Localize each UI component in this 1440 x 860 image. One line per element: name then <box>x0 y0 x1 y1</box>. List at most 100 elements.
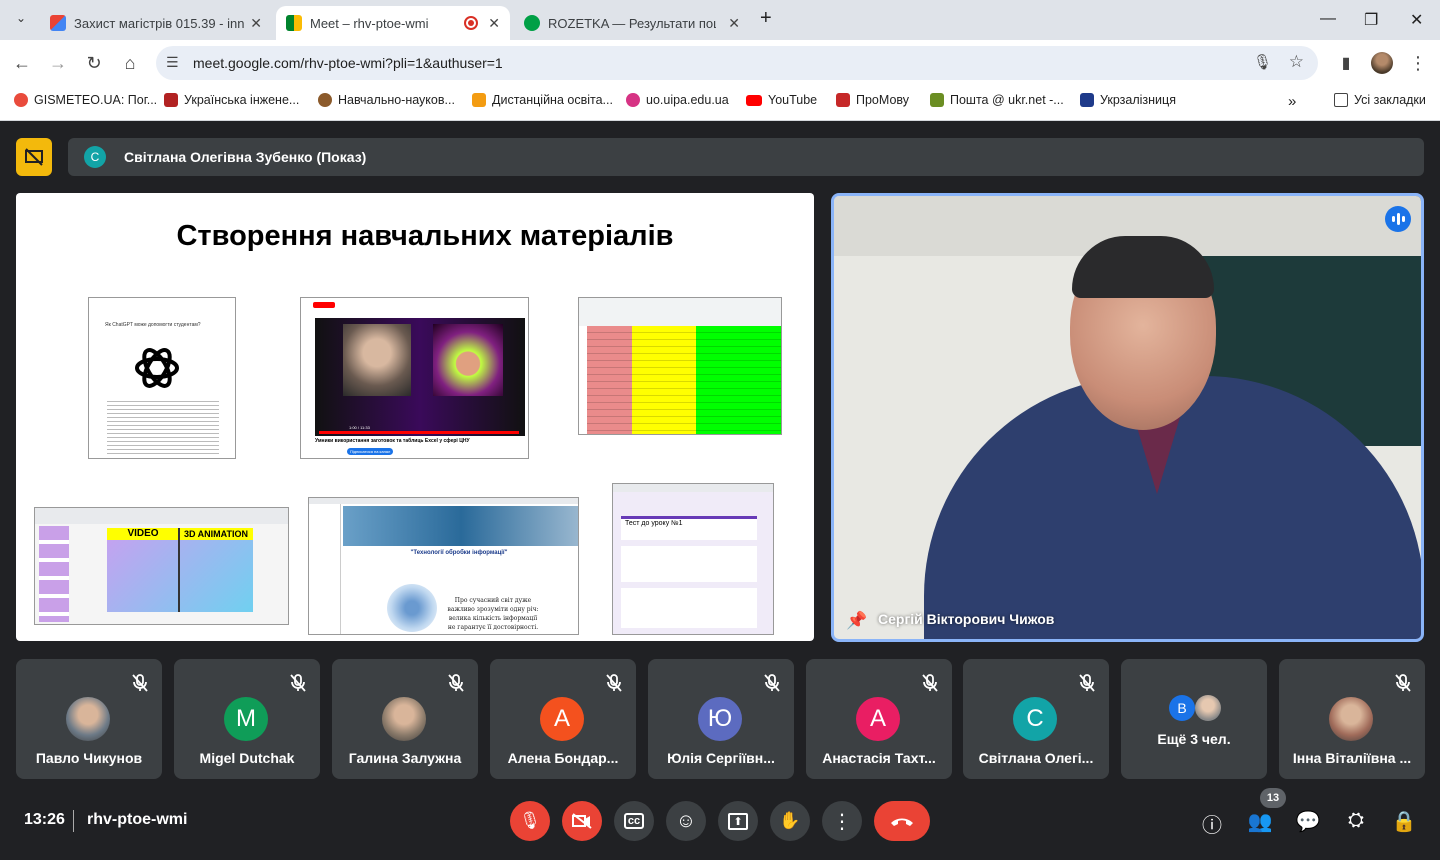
mic-muted-icon <box>762 673 782 693</box>
participant-tile[interactable]: А Алена Бондар... <box>490 659 636 779</box>
info-icon[interactable]: ⓘ <box>1199 809 1225 838</box>
minimize-icon[interactable]: — <box>1320 10 1336 28</box>
forward-icon[interactable]: → <box>46 53 70 74</box>
new-tab-icon[interactable]: + <box>760 7 772 30</box>
participant-tile[interactable]: А Анастасія Тахт... <box>806 659 952 779</box>
active-speaker-video[interactable]: 📌 Сергій Вікторович Чижов <box>831 193 1424 642</box>
tab-search-chevron-icon[interactable]: ⌄ <box>10 11 32 29</box>
close-icon[interactable]: ✕ <box>728 15 740 32</box>
participant-avatar: Ю <box>698 697 742 741</box>
tab-bar: ⌄ Захист магістрів 015.39 - inna7 ✕ Meet… <box>0 0 1440 40</box>
mic-icon[interactable]: 🎙 <box>1253 53 1272 71</box>
mic-muted-icon <box>604 673 624 693</box>
mic-muted-icon <box>1077 673 1097 693</box>
edu-icon <box>318 93 332 107</box>
presenter-avatar: С <box>84 146 106 168</box>
side-panel-icon[interactable]: ▮ <box>1334 53 1358 73</box>
participant-name: Інна Віталіївна ... <box>1292 750 1412 766</box>
more-options-button[interactable]: ⋮ <box>822 801 862 841</box>
bookmark[interactable]: Навчально-науков... <box>318 93 455 107</box>
bookmark[interactable]: Пошта @ ukr.net -... <box>930 93 1064 107</box>
mic-off-button[interactable]: 🎙 <box>510 801 550 841</box>
activities-icon[interactable]: ⛭ <box>1343 809 1369 832</box>
bookmarks-bar: GISMETEO.UA: Пог... Українська інжене...… <box>0 85 1440 121</box>
youtube-icon <box>313 302 335 308</box>
presenter-bar: С Світлана Олегівна Зубенко (Показ) <box>68 138 1424 176</box>
participant-avatar <box>1195 695 1221 721</box>
mic-muted-icon <box>1393 673 1413 693</box>
participant-avatar: В <box>1169 695 1195 721</box>
tab-meet[interactable]: Meet – rhv-ptoe-wmi ✕ <box>276 6 510 40</box>
book-text: Про сучасний світ дуже важливо зрозуміти… <box>447 597 539 631</box>
close-icon[interactable]: ✕ <box>250 15 262 32</box>
promovu-icon <box>836 93 850 107</box>
menu-icon[interactable]: ⋮ <box>1406 53 1430 74</box>
bookmark[interactable]: uo.uipa.edu.ua <box>626 93 729 107</box>
subscribe-button: Підписатися на канал <box>347 448 394 455</box>
bookmark[interactable]: Укрзалізниця <box>1080 93 1176 107</box>
bookmark[interactable]: GISMETEO.UA: Пог... <box>14 93 157 107</box>
participant-tile[interactable]: Інна Віталіївна ... <box>1279 659 1425 779</box>
all-bookmarks[interactable]: Усі закладки <box>1334 93 1426 107</box>
bookmark[interactable]: Українська інжене... <box>164 93 299 107</box>
address-bar[interactable]: ☰ meet.google.com/rhv-ptoe-wmi?pli=1&aut… <box>156 46 1318 80</box>
participant-tile[interactable]: Ю Юлія Сергіївн... <box>648 659 794 779</box>
mic-muted-icon <box>130 673 150 693</box>
captions-button[interactable]: cc <box>614 801 654 841</box>
star-icon[interactable]: ☆ <box>1289 52 1304 72</box>
tab-title: Захист магістрів 015.39 - inna7 <box>74 15 244 31</box>
participant-avatar <box>1329 697 1373 741</box>
meet-icon <box>286 15 302 31</box>
captions-icon: cc <box>623 813 645 829</box>
tab-gmail[interactable]: Захист магістрів 015.39 - inna7 ✕ <box>40 6 272 40</box>
recording-icon <box>464 16 479 30</box>
participant-name: Галина Залужна <box>348 750 462 766</box>
back-icon[interactable]: ← <box>10 53 34 74</box>
site-info-icon[interactable]: ☰ <box>166 54 179 71</box>
camera-off-button[interactable] <box>562 801 602 841</box>
bookmark-label: Дистанційна освіта... <box>492 93 613 107</box>
people-icon[interactable]: 👥 <box>1247 809 1273 834</box>
participant-tile[interactable]: Павло Чикунов <box>16 659 162 779</box>
people-count-badge: 13 <box>1260 788 1286 808</box>
bookmark-label: Українська інжене... <box>184 93 300 107</box>
meeting-time: 13:26 <box>24 811 65 828</box>
participant-tile[interactable]: M Migel Dutchak <box>174 659 320 779</box>
tab-title: Meet – rhv-ptoe-wmi <box>310 15 429 31</box>
bookmark[interactable]: Дистанційна освіта... <box>472 93 613 107</box>
participant-avatar <box>382 697 426 741</box>
mail-icon <box>930 93 944 107</box>
participant-name: Анастасія Тахт... <box>822 750 936 766</box>
bookmark-label: uo.uipa.edu.ua <box>646 93 729 107</box>
present-screen-icon: ⬆ <box>728 812 748 830</box>
present-button[interactable]: ⬆ <box>718 801 758 841</box>
pin-icon[interactable]: 📌 <box>846 611 867 631</box>
doc-question: Як ChatGPT може допомогти студентам? <box>105 322 201 328</box>
presentation-off-icon[interactable] <box>16 138 52 176</box>
bookmark[interactable]: ПроМову <box>836 93 909 107</box>
participant-tile[interactable]: С Світлана Олегі... <box>963 659 1109 779</box>
more-bookmarks-icon[interactable]: » <box>1288 93 1296 110</box>
tab-rozetka[interactable]: ROZETKA — Результати пошук ✕ <box>514 6 750 40</box>
participant-tile[interactable]: Галина Залужна <box>332 659 478 779</box>
reactions-button[interactable]: ☺ <box>666 801 706 841</box>
reload-icon[interactable]: ↻ <box>82 53 106 74</box>
mic-muted-icon <box>920 673 940 693</box>
rozetka-icon <box>524 15 540 31</box>
close-window-icon[interactable]: ✕ <box>1410 10 1423 30</box>
profile-avatar[interactable] <box>1371 52 1393 74</box>
bookmark[interactable]: YouTube <box>746 93 817 107</box>
restore-icon[interactable]: ❐ <box>1364 10 1378 30</box>
participant-tile[interactable]: В Ещё 3 чел. <box>1121 659 1267 779</box>
leave-call-button[interactable] <box>874 801 930 841</box>
close-icon[interactable]: ✕ <box>488 15 500 32</box>
host-controls-icon[interactable]: 🔒 <box>1391 809 1417 834</box>
camera-off-icon <box>572 813 592 829</box>
emoji-icon: ☺ <box>675 809 697 832</box>
raise-hand-button[interactable]: ✋ <box>770 801 810 841</box>
home-icon[interactable]: ⌂ <box>118 53 142 74</box>
chat-icon[interactable]: 💬 <box>1295 809 1321 834</box>
participant-name: Алена Бондар... <box>507 750 619 766</box>
test-title: Тест до уроку №1 <box>625 520 683 527</box>
book-thumb: "Технології обробки інформації" Про суча… <box>308 497 579 635</box>
